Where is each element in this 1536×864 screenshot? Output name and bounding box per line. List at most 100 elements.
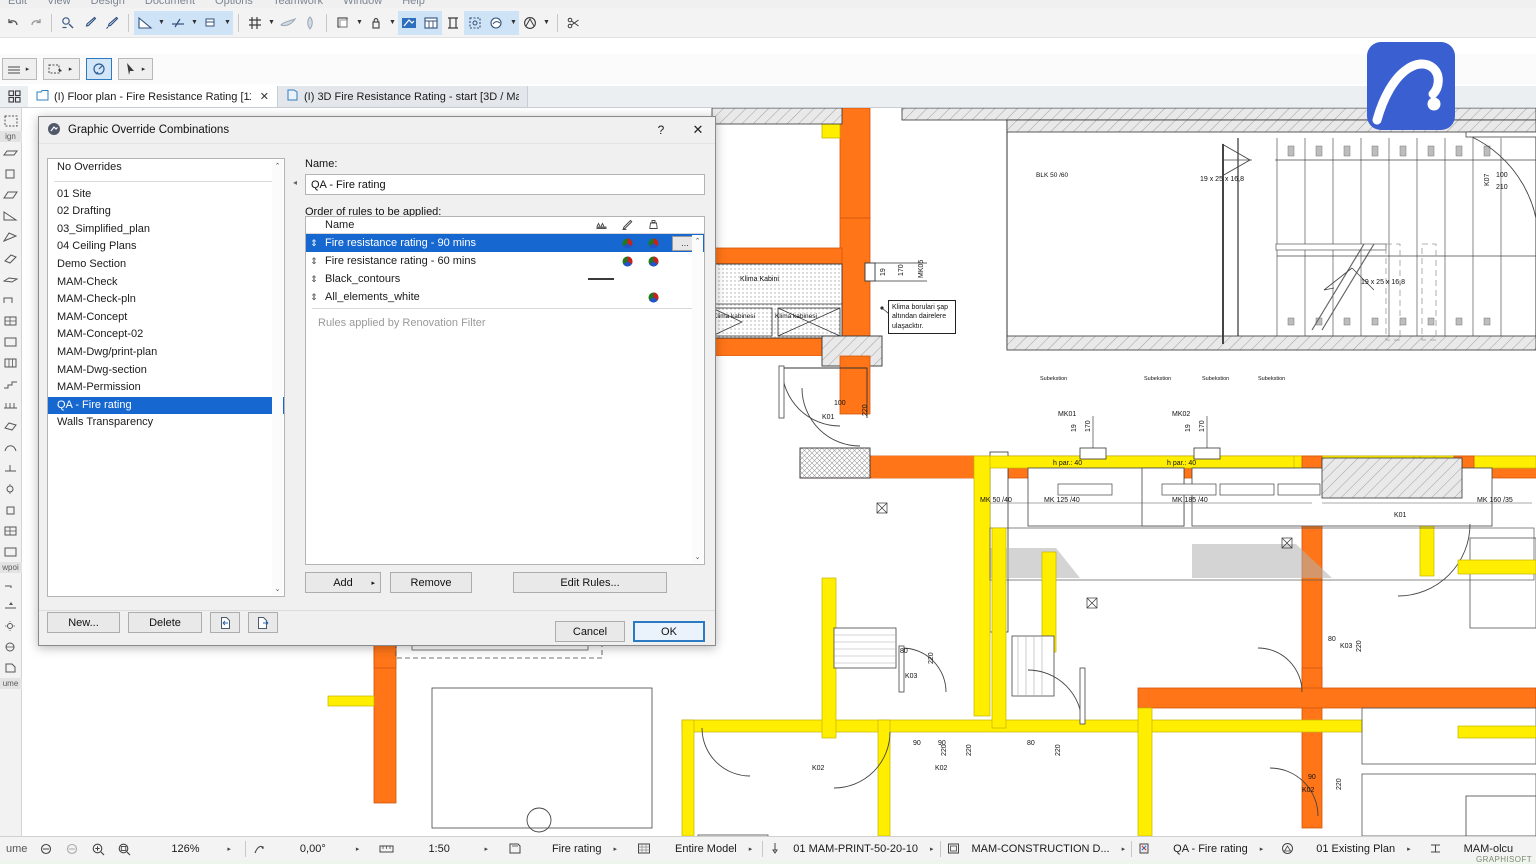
add-rule-caret[interactable]: ▸ [371,579,375,587]
list-item[interactable]: MAM-Permission [48,379,284,397]
menu-item-options[interactable]: Options [215,0,253,7]
worksheet-tool-icon[interactable] [1,657,21,678]
delete-button[interactable]: Delete [128,612,202,633]
railing-tool-icon[interactable] [1,394,21,415]
sun-study-dropdown-caret[interactable]: ▼ [541,11,552,35]
add-rule-button[interactable]: Add ▸ [305,572,381,593]
list-item[interactable]: Demo Section [48,256,284,274]
model-view-options-icon[interactable] [941,837,966,861]
menu-item-document[interactable]: Document [145,0,195,7]
renovation-filter-caret[interactable]: ▸ [613,845,617,853]
story-selector-caret[interactable]: ▸ [22,57,33,81]
combinations-list[interactable]: No Overrides 01 Site 02 Drafting 03_Simp… [47,158,285,597]
scroll-down-icon[interactable]: ⌄ [275,583,281,595]
arrow-tool-caret[interactable]: ▸ [138,57,149,81]
camera-tool-icon[interactable] [1,615,21,636]
structure-display-value[interactable]: Entire Model [669,837,743,861]
renovation-filter-icon[interactable] [464,10,486,35]
pen-set-icon[interactable] [763,837,787,861]
syringe-icon[interactable] [101,11,123,35]
mesh-tool-icon[interactable] [1,310,21,331]
lock-icon[interactable] [365,11,387,35]
wall-tool-icon[interactable] [1,142,21,163]
marquee-tool-icon[interactable] [1,110,21,131]
rule-surface-cell[interactable] [640,238,666,249]
rule-surface-cell[interactable] [640,256,666,267]
scale-value[interactable]: 1:50 [422,837,478,861]
menu-item-edit[interactable]: Edit [8,0,27,7]
stair-tool-icon[interactable] [1,373,21,394]
window-tool-icon[interactable] [1,226,21,247]
list-item[interactable]: 01 Site [48,186,284,204]
arrow-tool-button[interactable]: ▸ [118,58,153,80]
graphic-override-combinations-dialog[interactable]: Graphic Override Combinations ? ✕ No Ove… [38,116,716,646]
layer-combination-value[interactable]: 01 Existing Plan [1310,837,1401,861]
door-tool-icon[interactable] [1,205,21,226]
combinations-scrollbar[interactable]: ⌃ ⌄ [272,160,283,595]
marquee-icon[interactable] [442,11,464,35]
dimension-tool-dropdown-caret[interactable]: ▼ [222,10,233,35]
pet-palette-button[interactable] [86,58,112,80]
menu-item-view[interactable]: View [47,0,71,7]
list-item[interactable]: 03_Simplified_plan [48,221,284,239]
list-item-selected[interactable]: QA - Fire rating [48,396,284,415]
scissors-icon[interactable] [563,11,585,35]
leaf-icon[interactable] [299,11,321,35]
close-button[interactable]: ✕ [681,117,715,143]
new-button[interactable]: New... [47,612,120,633]
list-item[interactable]: 02 Drafting [48,203,284,221]
list-item[interactable]: MAM-Check [48,274,284,292]
graphic-override-caret[interactable]: ▸ [1260,845,1264,853]
splitter-collapse-icon[interactable]: ◂ [293,178,297,187]
marquee-mode-button[interactable]: ▸ [43,58,80,80]
pen-set-value[interactable]: 01 MAM-PRINT-50-20-10 [787,837,924,861]
scroll-up-icon[interactable]: ⌃ [275,160,281,172]
reorder-handle[interactable]: ⇕ [306,238,322,249]
pane-splitter[interactable]: ◂ [291,158,299,637]
section-tool-icon[interactable] [1,573,21,594]
table-row[interactable]: ⇕ Fire resistance rating - 90 mins ... [306,234,704,252]
help-button[interactable]: ? [648,117,674,143]
pen-set-caret[interactable]: ▸ [930,845,934,853]
lock-dropdown-caret[interactable]: ▼ [387,11,398,35]
grid-snap-dropdown-caret[interactable]: ▼ [266,11,277,35]
measure-tool-icon[interactable] [134,10,156,35]
zoom-level-caret[interactable]: ▸ [227,845,231,853]
lamp-tool-icon[interactable] [1,478,21,499]
orientation-angle-value[interactable]: 0,00° [294,837,350,861]
fill-tool-icon[interactable] [1,541,21,562]
model-view-options-icon[interactable] [420,10,442,35]
reorder-handle[interactable]: ⇕ [306,274,322,285]
list-item[interactable]: MAM-Concept [48,309,284,327]
sun-study-icon[interactable] [519,11,541,35]
rule-pen-cell[interactable] [614,238,640,249]
ok-button[interactable]: OK [633,621,705,642]
graphic-override-status-icon[interactable] [1132,837,1157,861]
tab-3d-view[interactable]: (I) 3D Fire Resistance Rating - start [3… [278,86,528,107]
shell-tool-icon[interactable] [1,436,21,457]
zoom-forward-icon[interactable] [59,837,85,861]
detail-tool-icon[interactable] [1,636,21,657]
marquee-mode-caret[interactable]: ▸ [65,57,76,81]
rule-pen-cell[interactable] [614,256,640,267]
dimension-icon[interactable] [1423,837,1448,861]
column-tool-icon[interactable] [1,163,21,184]
curtain-wall-tool-icon[interactable] [1,352,21,373]
partial-structure-icon[interactable] [631,837,657,861]
structure-display-caret[interactable]: ▸ [749,845,753,853]
measure-tool-dropdown-caret[interactable]: ▼ [156,10,167,35]
object-tool-icon[interactable] [1,457,21,478]
dimension-tool-icon[interactable] [200,10,222,35]
import-file-icon[interactable] [210,612,240,633]
list-item[interactable]: MAM-Check-pln [48,291,284,309]
fit-in-window-icon[interactable] [111,837,137,861]
morph-tool-icon[interactable] [1,415,21,436]
list-item[interactable]: 04 Ceiling Plans [48,238,284,256]
model-view-options-value[interactable]: MAM-CONSTRUCTION D... [966,837,1116,861]
rule-fill-cell[interactable] [588,278,614,280]
list-item[interactable]: Walls Transparency [48,414,284,432]
zoom-level-value[interactable]: 126% [165,837,221,861]
align-tool-icon[interactable] [167,10,189,35]
magic-wand-icon[interactable] [57,11,79,35]
menu-item-design[interactable]: Design [91,0,125,7]
